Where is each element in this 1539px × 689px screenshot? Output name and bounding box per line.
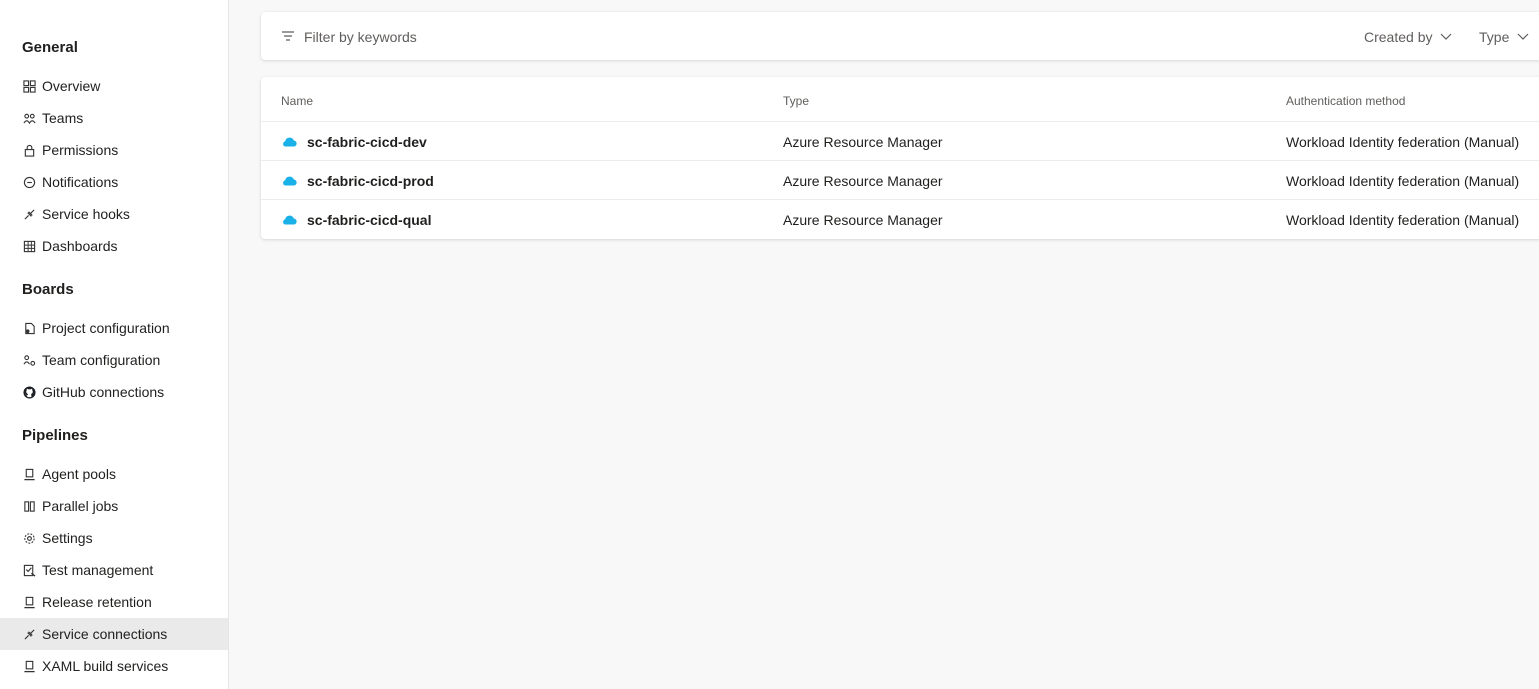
sidebar-item-label: Team configuration	[42, 352, 161, 368]
connection-name[interactable]: sc-fabric-cicd-prod	[307, 173, 434, 189]
chevron-down-icon	[1441, 33, 1452, 40]
sidebar-item-github-connections[interactable]: GitHub connections	[0, 376, 228, 408]
table-row[interactable]: sc-fabric-cicd-qual Azure Resource Manag…	[261, 200, 1539, 239]
connection-auth-method: Workload Identity federation (Manual)	[1286, 173, 1520, 189]
type-dropdown[interactable]: Type	[1479, 29, 1529, 45]
chat-bubble-icon	[22, 175, 36, 189]
sidebar-item-label: Agent pools	[42, 466, 116, 482]
sidebar-item-overview[interactable]: Overview	[0, 70, 228, 102]
connection-type: Azure Resource Manager	[783, 134, 943, 150]
sidebar-item-label: Test management	[42, 562, 154, 578]
chevron-down-icon	[1517, 33, 1529, 40]
cloud-icon	[283, 176, 297, 186]
agent-icon	[22, 467, 36, 481]
sidebar-item-xaml-build-services[interactable]: XAML build services	[0, 650, 228, 682]
type-label: Type	[1479, 29, 1510, 45]
column-header-type[interactable]: Type	[783, 94, 809, 108]
agent-icon	[22, 595, 36, 609]
sidebar-item-label: GitHub connections	[42, 384, 165, 400]
filter-bar: Filter by keywords Created by Type	[261, 12, 1539, 60]
overview-icon	[22, 79, 36, 93]
checklist-icon	[22, 563, 36, 577]
sidebar-item-test-management[interactable]: Test management	[0, 554, 228, 586]
table-row[interactable]: sc-fabric-cicd-dev Azure Resource Manage…	[261, 122, 1539, 161]
lock-icon	[22, 143, 36, 157]
section-title-pipelines: Pipelines	[22, 427, 88, 444]
sidebar-item-label: Parallel jobs	[42, 498, 119, 514]
sidebar-item-teams[interactable]: Teams	[0, 102, 228, 134]
sidebar-item-service-connections[interactable]: Service connections	[0, 618, 228, 650]
sidebar-item-label: Overview	[42, 78, 101, 94]
created-by-dropdown[interactable]: Created by	[1364, 29, 1452, 45]
sidebar-item-label: XAML build services	[42, 658, 169, 674]
sidebar-item-label: Teams	[42, 110, 84, 126]
connection-name[interactable]: sc-fabric-cicd-qual	[307, 212, 431, 228]
sidebar-item-project-configuration[interactable]: Project configuration	[0, 312, 228, 344]
parallel-icon	[22, 499, 36, 513]
column-header-name[interactable]: Name	[281, 94, 313, 108]
sidebar-item-service-hooks[interactable]: Service hooks	[0, 198, 228, 230]
cloud-icon	[283, 137, 297, 147]
connection-auth-method: Workload Identity federation (Manual)	[1286, 212, 1520, 228]
plug-icon	[22, 627, 36, 641]
sidebar-item-label: Project configuration	[42, 320, 170, 336]
sidebar-item-permissions[interactable]: Permissions	[0, 134, 228, 166]
grid-icon	[22, 239, 36, 253]
sidebar-item-agent-pools[interactable]: Agent pools	[0, 458, 228, 490]
sidebar-item-label: Release retention	[42, 594, 152, 610]
plug-icon	[22, 207, 36, 221]
sidebar-item-label: Service hooks	[42, 206, 130, 222]
cloud-icon	[283, 215, 297, 225]
connection-type: Azure Resource Manager	[783, 173, 943, 189]
table-row[interactable]: sc-fabric-cicd-prod Azure Resource Manag…	[261, 161, 1539, 200]
connection-name[interactable]: sc-fabric-cicd-dev	[307, 134, 427, 150]
sidebar-item-release-retention[interactable]: Release retention	[0, 586, 228, 618]
sidebar-item-label: Permissions	[42, 142, 119, 158]
sidebar-item-parallel-jobs[interactable]: Parallel jobs	[0, 490, 228, 522]
service-connections-table: Name Type Authentication method sc-fabri…	[261, 77, 1539, 239]
connection-type: Azure Resource Manager	[783, 212, 943, 228]
teams-icon	[22, 111, 36, 125]
github-icon	[22, 385, 36, 399]
created-by-label: Created by	[1364, 29, 1433, 45]
sidebar-item-label: Service connections	[42, 626, 168, 642]
settings-sidebar: General Overview Teams Permissions Notif…	[0, 0, 229, 689]
sidebar-item-settings[interactable]: Settings	[0, 522, 228, 554]
connection-auth-method: Workload Identity federation (Manual)	[1286, 134, 1520, 150]
section-title-boards: Boards	[22, 281, 74, 298]
filter-input[interactable]: Filter by keywords	[304, 29, 417, 45]
sidebar-item-label: Settings	[42, 530, 93, 546]
column-header-authentication-method[interactable]: Authentication method	[1286, 94, 1405, 108]
agent-icon	[22, 659, 36, 673]
sidebar-item-notifications[interactable]: Notifications	[0, 166, 228, 198]
people-gear-icon	[22, 353, 36, 367]
doc-gear-icon	[22, 321, 36, 335]
sidebar-item-label: Dashboards	[42, 238, 118, 254]
section-title-general: General	[22, 39, 78, 56]
sidebar-item-label: Notifications	[42, 174, 119, 190]
filter-icon	[282, 31, 294, 41]
sidebar-item-dashboards[interactable]: Dashboards	[0, 230, 228, 262]
gear-icon	[22, 531, 36, 545]
sidebar-item-team-configuration[interactable]: Team configuration	[0, 344, 228, 376]
